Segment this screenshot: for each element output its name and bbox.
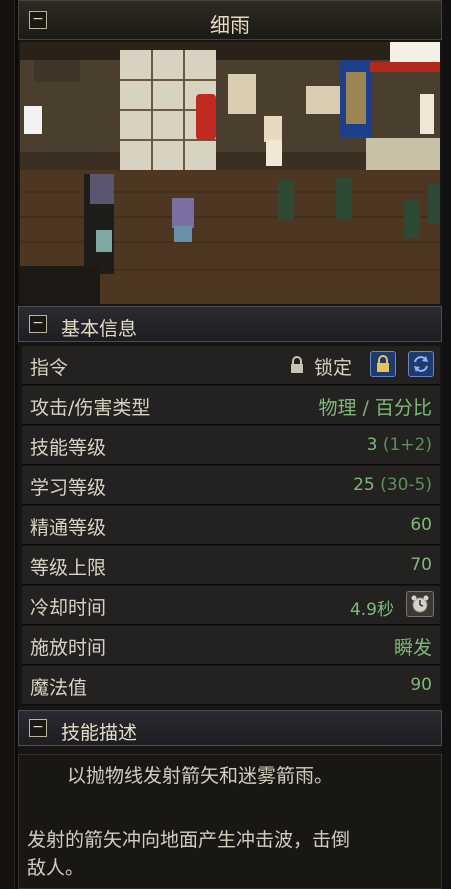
attack-type-row: 攻击/伤害类型 物理 / 百分比: [22, 386, 440, 425]
cast-time-row: 施放时间 瞬发: [22, 626, 440, 665]
cycle-arrows-icon: [414, 356, 428, 372]
command-row: 指令 锁定: [22, 346, 440, 385]
left-frame-edge: [0, 0, 15, 889]
padlock-icon: [290, 356, 304, 374]
mastery-level-label: 精通等级: [30, 517, 107, 539]
window-title-bar: − 细雨: [18, 0, 442, 40]
cooldown-value: 4.9秒: [349, 600, 394, 620]
level-cap-label: 等级上限: [30, 557, 107, 579]
skill-description-line-2: 发射的箭矢冲向地面产生冲击波，击倒: [27, 829, 351, 851]
mastery-level-row: 精通等级 60: [22, 506, 440, 545]
mana-cost-value: 90: [410, 675, 432, 695]
mastery-level-value: 60: [410, 515, 432, 535]
mana-cost-row: 魔法值 90: [22, 666, 440, 705]
level-cap-row: 等级上限 70: [22, 546, 440, 585]
cooldown-timer-button[interactable]: [406, 591, 434, 617]
cast-time-value: 瞬发: [393, 637, 432, 659]
cast-time-label: 施放时间: [30, 637, 107, 659]
learn-level-value: 25 (30-5): [353, 475, 432, 495]
skill-level-detail: (1+2): [382, 435, 432, 455]
attack-type-value: 物理 / 百分比: [318, 397, 432, 419]
sync-button[interactable]: [408, 351, 434, 377]
mana-cost-label: 魔法值: [30, 677, 88, 699]
skill-level-number: 3: [366, 435, 378, 455]
learn-level-number: 25: [353, 475, 375, 495]
skill-level-row: 技能等级 3 (1+2): [22, 426, 440, 465]
learn-level-detail: (30-5): [380, 475, 432, 495]
level-cap-value: 70: [410, 555, 432, 575]
basic-info-collapse-button[interactable]: −: [29, 315, 47, 333]
basic-info-title: 基本信息: [61, 318, 138, 340]
skill-description-title: 技能描述: [61, 722, 138, 744]
skill-description-header[interactable]: − 技能描述: [18, 710, 442, 746]
skill-description-line-3: 敌人。: [27, 857, 85, 879]
learn-level-label: 学习等级: [30, 477, 107, 499]
padlock-icon: [377, 355, 389, 372]
skill-level-label: 技能等级: [30, 437, 107, 459]
skill-description-collapse-button[interactable]: −: [29, 719, 47, 737]
alarm-clock-icon: [411, 595, 429, 613]
cooldown-row: 冷却时间 4.9秒: [22, 586, 440, 625]
skill-preview-image: [20, 42, 440, 304]
window-title: 细雨: [210, 13, 250, 37]
skill-level-value: 3 (1+2): [367, 435, 432, 455]
lock-status-text: 锁定: [314, 357, 353, 379]
skill-preview-scene: [20, 42, 440, 304]
basic-info-header[interactable]: − 基本信息: [18, 306, 442, 342]
skill-description-line-1: 以抛物线发射箭矢和迷雾箭雨。: [67, 765, 334, 787]
skill-description-box: 以抛物线发射箭矢和迷雾箭雨。 发射的箭矢冲向地面产生冲击波，击倒 敌人。: [18, 754, 442, 889]
cooldown-label: 冷却时间: [30, 597, 107, 619]
lock-toggle-button[interactable]: [370, 351, 396, 377]
learn-level-row: 学习等级 25 (30-5): [22, 466, 440, 505]
right-scrollbar[interactable]: [441, 0, 451, 889]
command-label: 指令: [30, 357, 69, 379]
attack-type-label: 攻击/伤害类型: [30, 397, 151, 419]
